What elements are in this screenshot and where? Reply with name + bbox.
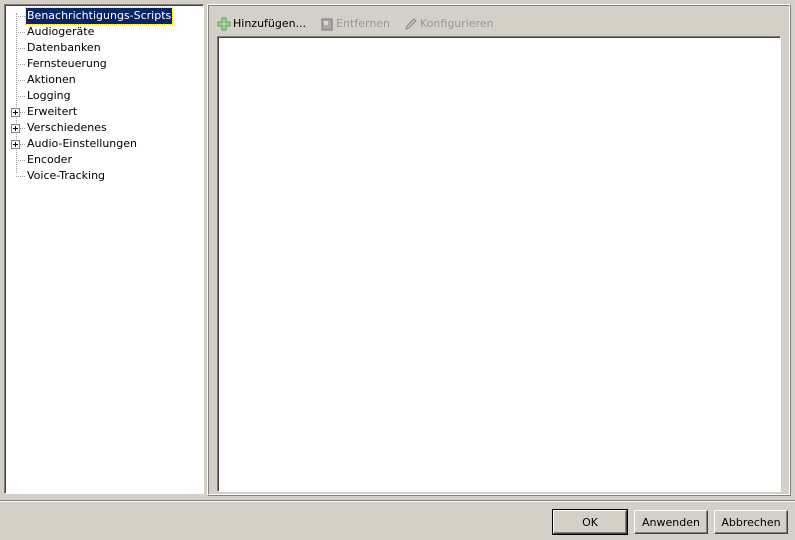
tree-branch-line (16, 80, 25, 81)
apply-button[interactable]: Anwenden (634, 510, 708, 534)
tree-branch-line (16, 176, 25, 177)
dialog-separator (0, 500, 795, 502)
tree-branch-line (16, 96, 25, 97)
tree-item-label: Benachrichtigungs-Scripts (24, 7, 174, 25)
add-button-label: Hinzufügen... (233, 17, 307, 30)
tree-item-label: Erweitert (27, 105, 78, 118)
tree-branch-line (16, 16, 25, 17)
expand-plus-icon[interactable] (11, 124, 20, 133)
tree-item-label: Audiogeräte (27, 25, 95, 38)
tree-item-label: Audio-Einstellungen (27, 137, 138, 150)
tree-item-label: Aktionen (27, 73, 76, 86)
pencil-icon (404, 17, 418, 31)
expand-plus-icon[interactable] (11, 140, 20, 149)
tree-branch-line (16, 32, 25, 33)
remove-button[interactable]: Entfernen (320, 14, 390, 34)
trash-icon (320, 17, 334, 31)
tree-item-label: Fernsteuerung (27, 57, 107, 70)
settings-content-panel: Hinzufügen... Entfernen Konfigurieren (207, 4, 791, 496)
tree-branch-line (16, 64, 25, 65)
panel-inner-frame: Hinzufügen... Entfernen Konfigurieren (208, 5, 790, 495)
tree-item-label: Voice-Tracking (27, 169, 106, 182)
configure-button-label: Konfigurieren (420, 17, 494, 30)
expand-plus-icon[interactable] (11, 108, 20, 117)
tree-item-label: Verschiedenes (27, 121, 107, 134)
scripts-toolbar: Hinzufügen... Entfernen Konfigurieren (217, 14, 508, 34)
configure-button[interactable]: Konfigurieren (404, 14, 494, 34)
tree-connector-line (16, 13, 17, 173)
add-button[interactable]: Hinzufügen... (217, 14, 306, 34)
settings-tree[interactable]: Benachrichtigungs-Scripts Audiogeräte Da… (4, 4, 204, 494)
tree-item-label: Encoder (27, 153, 72, 166)
remove-button-label: Entfernen (336, 17, 391, 30)
ok-button[interactable]: OK (552, 509, 628, 535)
tree-branch-line (16, 160, 25, 161)
scripts-list[interactable] (217, 36, 781, 492)
tree-item-label: Datenbanken (27, 41, 101, 54)
tree-branch-line (16, 48, 25, 49)
cancel-button[interactable]: Abbrechen (714, 510, 788, 534)
plus-icon (217, 17, 231, 31)
tree-item-label: Logging (27, 89, 71, 102)
